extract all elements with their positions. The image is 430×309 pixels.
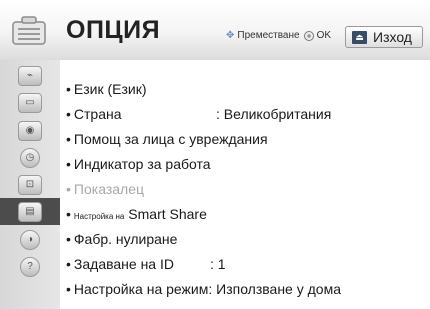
menu-item-label: Помощ за лица с увреждания	[73, 131, 268, 147]
ok-hint-label: OK	[316, 30, 332, 41]
menu-item-factory-reset[interactable]: • Фабр. нулиране	[66, 231, 177, 247]
navigation-hint-label: Преместване	[237, 30, 300, 41]
sidebar-item-support[interactable]: ?	[0, 253, 60, 280]
menu-item-country[interactable]: • Страна : Великобритания	[66, 106, 331, 122]
satellite-icon: ⌁	[18, 65, 42, 86]
sidebar-item-option[interactable]: ▤	[0, 198, 60, 225]
page-title: ОПЦИЯ	[66, 16, 161, 44]
sidebar-item-network[interactable]: ◑	[0, 226, 60, 253]
menu-item-power-indicator[interactable]: • Индикатор за работа	[66, 156, 211, 172]
menu-item-label-prefix: Настройка на	[73, 212, 125, 221]
menu-item-label: Настройка на режим: Използване у дома	[73, 281, 341, 297]
menu-item-smart-share-setting[interactable]: • Настройка на Smart Share	[66, 206, 207, 222]
sidebar-item-time[interactable]: ◷	[0, 144, 60, 171]
menu-item-value: : Великобритания	[216, 106, 332, 122]
sidebar-item-lock[interactable]: ⊡	[0, 171, 60, 198]
ok-icon	[303, 30, 314, 41]
sidebar-item-satellite[interactable]: ⌁	[0, 62, 60, 89]
menu-item-label: Задаване на ID	[73, 256, 174, 272]
navigation-arrows-icon: ✥	[226, 30, 235, 41]
option-menu-list: • Език (Език) • Страна : Великобритания • П…	[60, 60, 430, 309]
sidebar-item-picture[interactable]: ▭	[0, 89, 60, 116]
menu-item-label: Страна	[73, 106, 122, 122]
menu-item-label: Индикатор за работа	[73, 156, 211, 172]
menu-item-language[interactable]: • Език (Език)	[66, 81, 147, 97]
exit-button-label: Изход	[373, 29, 412, 45]
menu-item-label: Показалец	[73, 181, 144, 197]
lock-icon: ⊡	[18, 174, 42, 195]
menu-item-disability-assistance[interactable]: • Помощ за лица с увреждания	[66, 131, 268, 147]
exit-key-icon: ⏏	[352, 30, 367, 44]
menu-item-mode-setting[interactable]: • Настройка на режим: Използване у дома	[66, 281, 341, 297]
header-bar: ОПЦИЯ ✥ Преместване OK ⏏ Изход	[0, 0, 430, 60]
option-icon	[12, 16, 46, 45]
menu-item-label: Език (Език)	[73, 81, 147, 97]
menu-item-label: Smart Share	[128, 206, 207, 222]
sidebar-item-audio[interactable]: ◉	[0, 117, 60, 144]
picture-icon: ▭	[18, 92, 42, 113]
menu-item-set-id[interactable]: • Задаване на ID : 1	[66, 256, 226, 272]
exit-button[interactable]: ⏏ Изход	[345, 26, 423, 48]
audio-icon: ◉	[18, 120, 42, 141]
support-icon: ?	[20, 256, 40, 277]
network-icon: ◑	[20, 229, 40, 250]
menu-item-value: : 1	[210, 256, 226, 272]
option-icon: ▤	[18, 201, 42, 222]
option-menu-screen: ОПЦИЯ ✥ Преместване OK ⏏ Изход ⌁ ▭ ◉ ◷ ⊡…	[0, 0, 430, 309]
time-icon: ◷	[20, 147, 40, 168]
menu-item-pointer: • Показалец	[66, 181, 144, 197]
navigation-hint: ✥ Преместване OK	[226, 30, 331, 41]
menu-item-label: Фабр. нулиране	[73, 231, 178, 247]
settings-sidebar: ⌁ ▭ ◉ ◷ ⊡ ▤ ◑ ?	[0, 60, 60, 309]
